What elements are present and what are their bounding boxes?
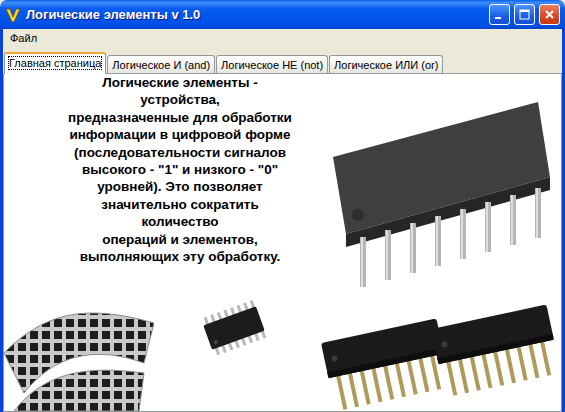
menu-item[interactable]: Файл (5, 29, 42, 47)
description-line: устройства, (46, 91, 314, 108)
description-line: предназначенные для обработки (46, 109, 314, 126)
tab-label: Логическое НЕ (not) (221, 59, 323, 71)
tab[interactable]: Логическое ИЛИ (or) (329, 55, 443, 73)
app-window: Логические элементы v 1.0 Файл Главная с… (0, 0, 565, 412)
chip-tape-icon (4, 293, 154, 411)
description-line: (последовательности сигналов (46, 144, 314, 161)
description-line: операций и элементов, (46, 231, 314, 248)
menu-bar: Файл (3, 29, 562, 47)
description-line: выполняющих эту обработку. (46, 248, 314, 265)
tab[interactable]: Логическое НЕ (not) (216, 55, 328, 73)
description: Логические элементы -устройства,предназн… (4, 74, 314, 294)
app-logo-icon (5, 7, 21, 23)
tab[interactable]: Главная страница (4, 52, 106, 74)
window-title: Логические элементы v 1.0 (26, 5, 200, 25)
description-line: высокого - "1" и низкого - "0" (46, 161, 314, 178)
title-bar: Логические элементы v 1.0 (0, 0, 565, 29)
description-line: количество (46, 213, 314, 230)
description-line: уровней). Это позволяет (46, 178, 314, 195)
tab-label: Главная страница (9, 57, 101, 69)
soic-chip-icon (194, 293, 274, 363)
description-line: Логические элементы - (46, 74, 314, 91)
description-line: информации в цифровой форме (46, 126, 314, 143)
tab-panel: Логические элементы -устройства,предназн… (3, 73, 562, 412)
maximize-icon[interactable] (514, 4, 535, 25)
dip-chips-icon (321, 293, 561, 411)
close-icon[interactable] (539, 4, 560, 25)
dip-chip-icon (318, 77, 558, 292)
tab-bar: Главная страница Логическое И (and) Логиче… (3, 47, 562, 73)
tab-label: Логическое ИЛИ (or) (334, 59, 438, 71)
tab[interactable]: Логическое И (and) (107, 55, 215, 73)
minimize-icon[interactable] (489, 4, 510, 25)
tab-label: Логическое И (and) (112, 59, 210, 71)
description-line: значительно сократить (46, 196, 314, 213)
